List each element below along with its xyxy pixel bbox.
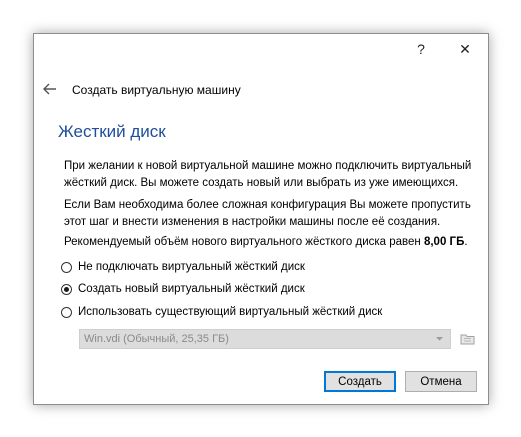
existing-disk-select[interactable]: Win.vdi (Обычный, 25,35 ГБ) <box>79 329 451 349</box>
description-text: Если Вам необходима более сложная конфиг… <box>64 199 471 228</box>
wizard-header: Создать виртуальную машину <box>34 74 488 104</box>
page-title: Жесткий диск <box>58 122 166 141</box>
create-button[interactable]: Создать <box>324 371 396 392</box>
recommended-size-value: 8,00 ГБ <box>423 236 465 248</box>
cancel-button[interactable]: Отмена <box>405 371 477 392</box>
close-button[interactable]: ✕ <box>450 38 480 60</box>
help-button[interactable]: ? <box>406 38 436 60</box>
recommended-size-prefix: Рекомендуемый объём нового виртуального … <box>64 236 424 248</box>
radio-use-existing-disk[interactable]: Использовать существующий виртуальный жё… <box>61 303 382 321</box>
radio-create-new-disk[interactable]: Создать новый виртуальный жёсткий диск <box>61 280 305 298</box>
radio-button[interactable] <box>61 283 72 295</box>
chevron-down-icon <box>435 334 444 346</box>
radio-button[interactable] <box>61 306 72 318</box>
back-arrow-icon[interactable] <box>38 78 62 100</box>
folder-icon[interactable] <box>459 329 477 349</box>
radio-label: Не подключать виртуальный жёсткий диск <box>78 261 305 273</box>
existing-disk-value: Win.vdi (Обычный, 25,35 ГБ) <box>84 333 229 345</box>
radio-label: Использовать существующий виртуальный жё… <box>78 306 383 318</box>
recommended-size-suffix: . <box>464 236 468 248</box>
description-text: При желании к новой виртуальной машине м… <box>64 160 472 189</box>
recommended-size-text: Рекомендуемый объём нового виртуального … <box>64 234 484 251</box>
create-vm-dialog: ? ✕ Создать виртуальную машину Жесткий д… <box>33 33 489 405</box>
radio-button[interactable] <box>61 261 72 273</box>
radio-no-disk[interactable]: Не подключать виртуальный жёсткий диск <box>61 258 305 276</box>
title-bar: ? ✕ <box>34 34 488 64</box>
wizard-title: Создать виртуальную машину <box>72 83 241 97</box>
radio-label: Создать новый виртуальный жёсткий диск <box>78 283 305 295</box>
